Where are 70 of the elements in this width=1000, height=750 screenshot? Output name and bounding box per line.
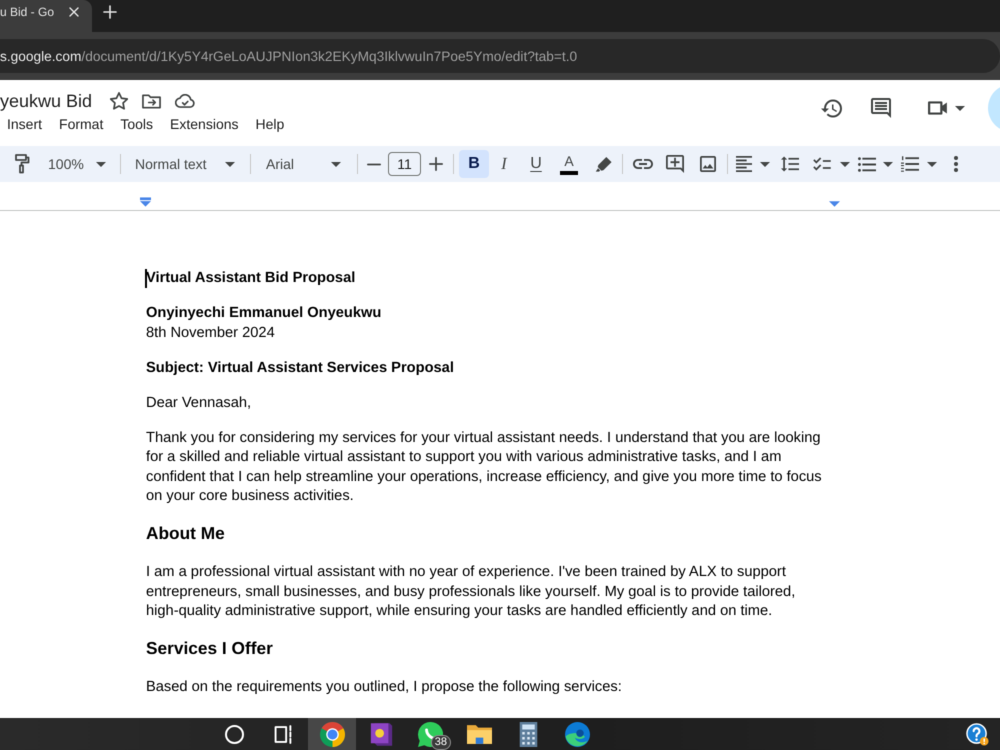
star-icon[interactable]: [110, 92, 128, 110]
comment-plus-icon: [666, 155, 684, 173]
menu-item[interactable]: Extensions: [162, 114, 248, 134]
line-spacing-icon: [781, 156, 799, 172]
help-icon: [966, 722, 989, 746]
plus-icon: [429, 157, 443, 171]
comments-icon[interactable]: [871, 98, 891, 118]
zoom-dropdown[interactable]: 100%: [40, 150, 115, 178]
caret-icon: [331, 162, 341, 166]
bulleted-list-icon: [858, 156, 876, 172]
sender-name: Onyinyechi Emmanuel Onyeukwu: [146, 304, 382, 323]
paragraph: I am a professional virtual assistant with no year of experience. I've been trained by ALX to support entrepreneurs, small businesses, and busy professionals like yourself. My goal is to provide tailored, high-quality administrative support, while ensuring your tasks are handled efficiently and on time.: [146, 563, 796, 621]
numbered-list-icon: [901, 156, 919, 172]
caret-icon: [760, 162, 770, 166]
tab-title: u Bid - Go: [0, 5, 54, 19]
margin-marker-icon[interactable]: [829, 201, 840, 207]
caret-icon: [927, 162, 937, 166]
caret-icon: [96, 162, 106, 166]
caret-icon: [955, 106, 965, 110]
caret-icon: [883, 162, 893, 166]
cloud-check-icon[interactable]: [175, 94, 196, 108]
paint-roller-icon: [14, 154, 30, 174]
swirl-browser-icon: [564, 722, 590, 746]
menu-item[interactable]: Tools: [112, 114, 162, 134]
section-heading: About Me: [146, 522, 226, 544]
browser-icon: [320, 722, 344, 746]
browser-tab[interactable]: u Bid - Go: [0, 0, 92, 32]
font-size-field[interactable]: 11: [388, 152, 421, 176]
text-color-button[interactable]: A: [555, 150, 583, 178]
minus-icon: [366, 162, 380, 166]
document-heading: Virtual Assistant Bid Proposal: [146, 269, 356, 288]
caret-icon: [225, 162, 235, 166]
close-icon[interactable]: [69, 7, 79, 17]
section-heading: Services I Offer: [146, 637, 274, 659]
taskbar-button[interactable]: 38: [406, 718, 454, 750]
more-icon: [954, 156, 958, 172]
notification-badge: 38: [430, 735, 451, 750]
letter-date: 8th November 2024: [146, 324, 276, 342]
color-bar-icon: [560, 170, 578, 174]
underline-button[interactable]: U: [522, 150, 550, 178]
circle-ring-icon: [224, 724, 244, 744]
paragraph: Dear Vennasah,: [146, 394, 252, 412]
italic-button[interactable]: I: [490, 150, 518, 178]
bold-button[interactable]: B: [459, 150, 489, 178]
checklist-icon: [813, 157, 831, 171]
paragraph: Thank you for considering my services for your virtual assistant needs. I understand that you are looking for a skilled and reliable virtual assistant to support you with various administrative tasks, and I am confident that I can help streamline your operations, increase efficiency, and give you more time to focus on your core business activities.: [146, 428, 823, 506]
indent-marker-icon[interactable]: [140, 197, 151, 207]
book-icon: [368, 722, 394, 746]
paragraph-style-dropdown[interactable]: Normal text: [126, 150, 245, 178]
caret-icon: [840, 162, 850, 166]
help-button[interactable]: [966, 722, 989, 746]
subject-line: Subject: Virtual Assistant Services Proposal: [146, 358, 455, 378]
new-tab-icon[interactable]: [103, 5, 117, 19]
task-view-icon: [274, 724, 292, 744]
align-left-icon: [736, 156, 752, 172]
document-title[interactable]: yeukwu Bid: [0, 90, 92, 112]
url-text: s.google.com/document/d/1Ky5Y4rGeLoAUJPNIon3k2EKyMq3IklvwuIn7Poe5Ymo/edit?tab=t.0: [0, 48, 578, 64]
paragraph: Based on the requirements you outlined, I propose the following services:: [146, 678, 623, 697]
folder-move-icon[interactable]: [142, 94, 162, 108]
history-icon[interactable]: [821, 98, 843, 118]
link-icon: [633, 159, 653, 169]
taskbar-button[interactable]: [308, 718, 356, 750]
address-bar[interactable]: s.google.com/document/d/1Ky5Y4rGeLoAUJPNIon3k2EKyMq3IklvwuIn7Poe5Ymo/edit?tab=t.0: [0, 39, 1000, 73]
video-camera-icon: [928, 101, 948, 115]
menu-item[interactable]: Help: [247, 114, 293, 134]
image-icon: [700, 156, 716, 172]
marker-pen-icon: [594, 156, 612, 172]
font-dropdown[interactable]: Arial: [258, 150, 352, 178]
menu-item[interactable]: Insert: [0, 114, 51, 134]
menu-item[interactable]: Format: [50, 114, 112, 134]
